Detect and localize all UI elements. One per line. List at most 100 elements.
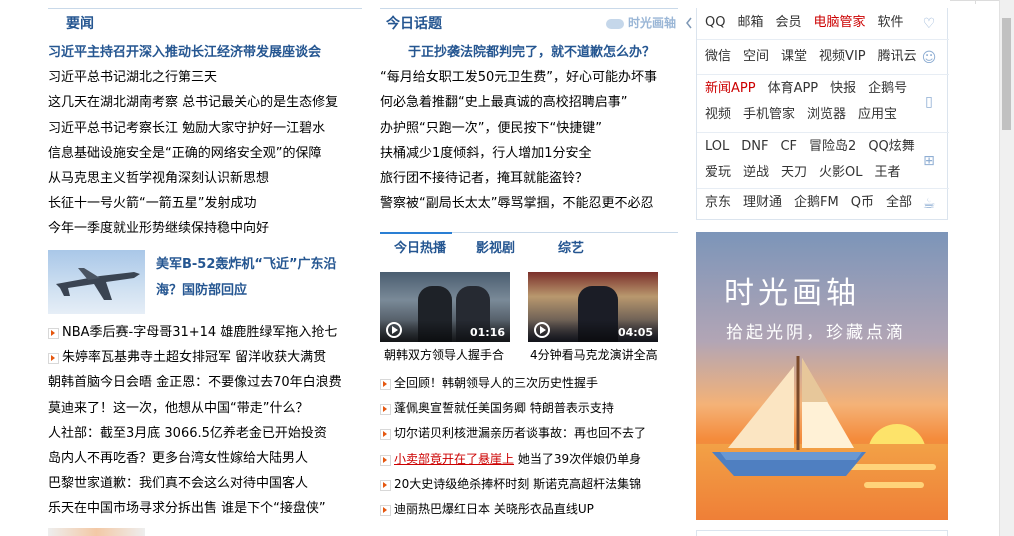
brand-logo[interactable]: 时光画轴: [605, 14, 676, 31]
section-title[interactable]: 要闻: [66, 13, 94, 33]
service-link[interactable]: 课堂: [781, 49, 807, 64]
service-link[interactable]: 空间: [743, 49, 769, 64]
service-row: 新闻APP 体育APP 快报 企鹅号: [705, 76, 919, 102]
service-link[interactable]: LOL: [705, 139, 729, 154]
hot-link-row: 小卖部竟开在了悬崖上 她当了39次伴娘仍单身: [380, 447, 678, 472]
news-link[interactable]: 乐天在中国市场寻求分拆出售 谁是下个“接盘侠”: [48, 496, 362, 521]
service-link[interactable]: 全部: [886, 195, 912, 210]
gamepad-icon: ⊞: [923, 153, 935, 169]
play-icon[interactable]: [534, 322, 550, 338]
service-link[interactable]: QQ: [705, 15, 725, 30]
service-row: LOL DNF CF 冒险岛2 QQ炫舞: [705, 134, 927, 160]
topic-link[interactable]: 于正抄袭法院都判完了，就不道歉怎么办？: [380, 40, 678, 65]
scrollbar-thumb[interactable]: [1002, 18, 1011, 130]
topic-list: 于正抄袭法院都判完了，就不道歉怎么办？ “每月给女职工发50元卫生费”，好心可能…: [380, 40, 678, 216]
service-link[interactable]: 火影OL: [819, 165, 862, 180]
service-link[interactable]: 会员: [775, 15, 801, 30]
chevron-left-icon[interactable]: [684, 8, 696, 38]
service-link[interactable]: 体育APP: [768, 81, 819, 96]
hot-link[interactable]: 蓬佩奥宣誓就任美国务卿 特朗普表示支持: [380, 396, 678, 421]
hot-link[interactable]: 她当了39次伴娘仍单身: [514, 452, 641, 466]
topic-link[interactable]: 办护照“只跑一次”，便民按下“快捷键”: [380, 116, 678, 141]
news-link[interactable]: 这几天在湖北湖南考察 总书记最关心的是生态修复: [48, 90, 362, 115]
news-link[interactable]: 莫迪来了！这一次，他想从中国“带走”什么？: [48, 396, 362, 421]
news-link[interactable]: 习近平主持召开深入推动长江经济带发展座谈会: [48, 40, 362, 65]
service-link[interactable]: 快报: [830, 81, 856, 96]
news-link[interactable]: 朝韩首脑今日会晤 金正恩：不要像过去70年白浪费: [48, 370, 362, 395]
news-link[interactable]: 习近平总书记湖北之行第三天: [48, 65, 362, 90]
topic-link[interactable]: “每月给女职工发50元卫生费”，好心可能办坏事: [380, 65, 678, 90]
news-link[interactable]: 巴黎世家道歉：我们真不会这么对待中国客人: [48, 471, 362, 496]
news-link[interactable]: 习近平总书记考察长江 勉励大家守护好一江碧水: [48, 116, 362, 141]
service-link[interactable]: DNF: [741, 139, 768, 154]
section-title[interactable]: 今日话题: [386, 13, 442, 33]
middle-column: 今日话题 时光画轴 于正抄袭法院都判完了，就不道歉怎么办？ “每月给女职工发50…: [379, 0, 678, 536]
topic-link[interactable]: 警察被“副局长太太”辱骂掌掴，不能忍更不必忍: [380, 191, 678, 216]
service-link[interactable]: 腾讯云: [878, 49, 917, 64]
service-link[interactable]: 理财通: [743, 195, 782, 210]
topic-link[interactable]: 何必急着推翻“史上最真诚的高校招聘启事”: [380, 90, 678, 115]
video-duration: 01:16: [469, 326, 505, 339]
play-icon[interactable]: [386, 322, 402, 338]
tab-drama[interactable]: 影视剧: [476, 237, 515, 256]
banner-title: 时光画轴: [724, 276, 860, 311]
service-link[interactable]: 企鹅FM: [794, 195, 839, 210]
service-link[interactable]: 王者: [875, 165, 901, 180]
news-link[interactable]: 朱婷率瓦基弗寺土超女排冠军 留洋收获大满贯: [48, 345, 362, 370]
service-link[interactable]: 邮箱: [737, 15, 763, 30]
tab-today-hot[interactable]: 今日热播: [379, 232, 453, 256]
news-link[interactable]: 长征十一号火箭“一箭五星”发射成功: [48, 191, 362, 216]
hot-link-highlight[interactable]: 小卖部竟开在了悬崖上: [394, 452, 514, 466]
video-caption[interactable]: 朝韩双方领导人握手合: [384, 346, 504, 363]
feature-news[interactable]: 美军B-52轰炸机“飞近”广东沿海？国防部回应: [48, 250, 362, 314]
news-link[interactable]: NBA季后赛-字母哥31+14 雄鹿胜绿军拖入抢七: [48, 320, 362, 345]
hot-link[interactable]: 全回顾！韩朝领导人的三次历史性握手: [380, 371, 678, 396]
service-link[interactable]: 逆战: [743, 165, 769, 180]
news-link[interactable]: 今年一季度就业形势继续保持稳中向好: [48, 216, 362, 241]
video-thumbnail[interactable]: 04:05: [528, 272, 658, 342]
thumbnail-image[interactable]: [48, 528, 145, 536]
bomber-photo[interactable]: [48, 250, 145, 314]
topic-link[interactable]: 旅行团不接待记者，掩耳就能盗铃？: [380, 166, 678, 191]
qq-services-panel: QQ 邮箱 会员 电脑管家 软件 ♡ 微信 空间 课堂 视频VIP 腾讯云 ☺ 新闻APP 体育A…: [696, 8, 949, 220]
news-link[interactable]: 从马克思主义哲学视角深刻认识新思想: [48, 166, 362, 191]
hot-link[interactable]: 切尔诺贝利核泄漏亲历者谈事故：再也回不去了: [380, 421, 678, 446]
service-link[interactable]: 软件: [878, 15, 904, 30]
service-link[interactable]: 企鹅号: [868, 81, 907, 96]
service-link[interactable]: 新闻APP: [705, 81, 756, 96]
service-link[interactable]: 应用宝: [858, 107, 897, 122]
service-row: QQ 邮箱 会员 电脑管家 软件: [705, 10, 916, 36]
hot-link[interactable]: 迪丽热巴爆红日本 关晓彤衣品直线UP: [380, 497, 678, 522]
service-link[interactable]: CF: [780, 139, 797, 154]
divider: [697, 39, 949, 40]
panel-border: [696, 530, 948, 536]
wave-illustration: [864, 482, 924, 488]
divider: [697, 132, 949, 133]
service-link[interactable]: 电脑管家: [814, 15, 866, 30]
feature-headline[interactable]: 美军B-52轰炸机“飞近”广东沿海？国防部回应: [156, 252, 356, 304]
section-header-topic: 今日话题 时光画轴: [380, 8, 678, 35]
video-thumbnail[interactable]: 01:16: [380, 272, 510, 342]
ad-banner[interactable]: 时光画轴 拾起光阴，珍藏点滴: [696, 232, 948, 520]
service-link[interactable]: 浏览器: [807, 107, 846, 122]
service-link[interactable]: 微信: [705, 49, 731, 64]
banner-subtitle: 拾起光阴，珍藏点滴: [726, 323, 906, 343]
news-link[interactable]: 信息基础设施安全是“正确的网络安全观”的保障: [48, 141, 362, 166]
service-link[interactable]: 京东: [705, 195, 731, 210]
news-link[interactable]: 人社部：截至3月底 3066.5亿养老金已开始投资: [48, 421, 362, 446]
service-link[interactable]: 冒险岛2: [809, 139, 856, 154]
topic-link[interactable]: 扶桶减少1度倾斜，行人增加1分安全: [380, 141, 678, 166]
service-link[interactable]: QQ炫舞: [868, 139, 914, 154]
service-link[interactable]: 视频: [705, 107, 731, 122]
tab-variety[interactable]: 综艺: [558, 237, 584, 256]
cloud-icon: [605, 18, 624, 29]
service-link[interactable]: Q币: [851, 195, 874, 210]
hot-link[interactable]: 20大史诗级绝杀捧杯时刻 斯诺克高超杆法集锦: [380, 472, 678, 497]
service-link[interactable]: 视频VIP: [819, 49, 866, 64]
service-link[interactable]: 爱玩: [705, 165, 731, 180]
video-caption[interactable]: 4分钟看马克龙演讲全高: [530, 346, 658, 363]
service-link[interactable]: 手机管家: [743, 107, 795, 122]
phone-icon: ▯: [925, 94, 933, 110]
service-link[interactable]: 天刀: [781, 165, 807, 180]
news-link[interactable]: 岛内人不再吃香？更多台湾女性嫁给大陆男人: [48, 446, 362, 471]
